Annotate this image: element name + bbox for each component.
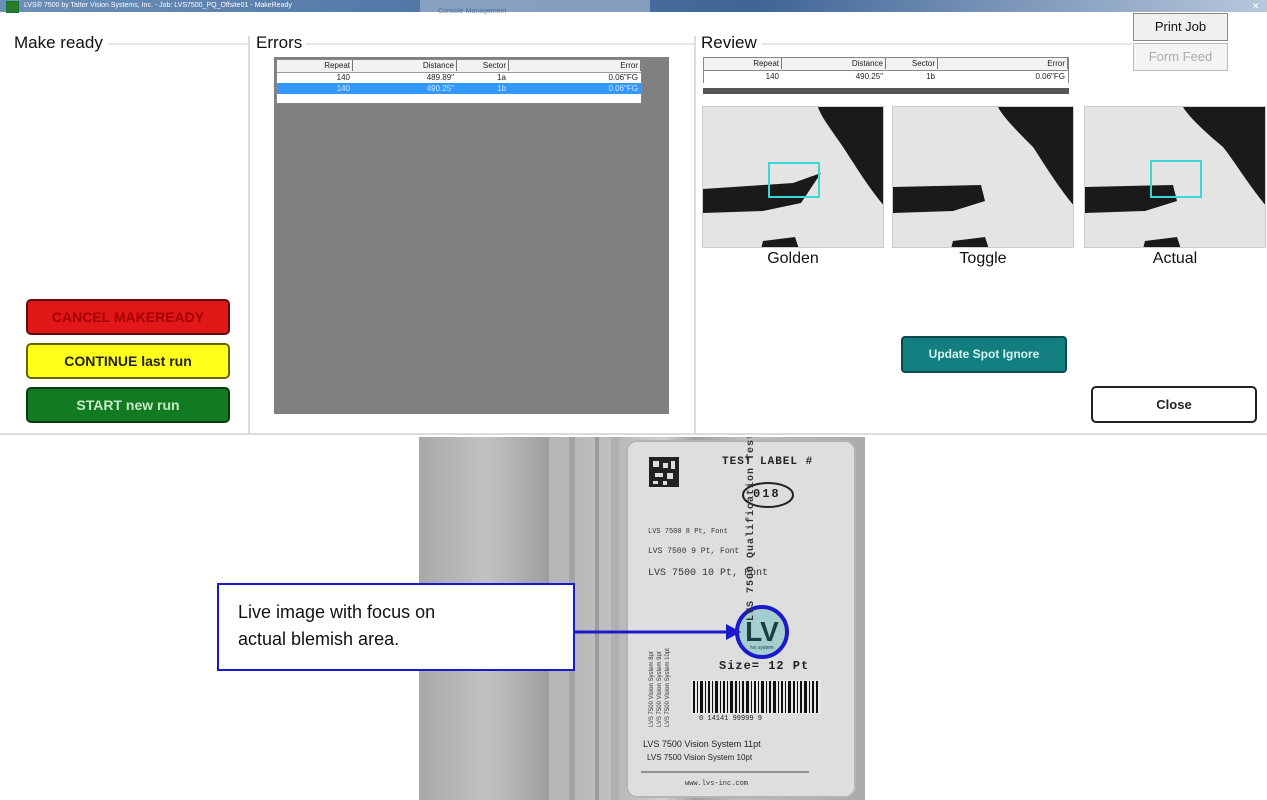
actual-thumbnail[interactable] bbox=[1084, 106, 1266, 248]
errors-table[interactable]: Repeat Distance Sector Error 140 489.89"… bbox=[276, 59, 642, 104]
column-header-repeat[interactable]: Repeat bbox=[704, 58, 782, 69]
console-window-title: Console Management bbox=[438, 8, 507, 15]
column-header-sector[interactable]: Sector bbox=[886, 58, 938, 69]
callout-line-2: actual blemish area. bbox=[238, 629, 400, 649]
column-header-sector[interactable]: Sector bbox=[457, 60, 509, 71]
print-job-button[interactable]: Print Job bbox=[1133, 13, 1228, 41]
cell-sector: 1b bbox=[497, 84, 506, 93]
toggle-thumbnail[interactable] bbox=[892, 106, 1074, 248]
actual-label: Actual bbox=[1152, 250, 1198, 267]
cancel-makeready-button[interactable]: CANCEL MAKEREADY bbox=[26, 299, 230, 335]
continue-last-run-button[interactable]: CONTINUE last run bbox=[26, 343, 230, 379]
taskbar-console-window[interactable]: Console Management bbox=[420, 0, 650, 15]
cell-distance: 490.25" bbox=[426, 84, 454, 93]
cell-repeat: 140 bbox=[765, 72, 779, 81]
cell-distance: 489.89" bbox=[426, 73, 454, 82]
update-spot-ignore-button[interactable]: Update Spot Ignore bbox=[901, 336, 1067, 373]
cell-repeat: 140 bbox=[336, 73, 350, 82]
label-side-small-2: LVS 7500 Vision System 9pt bbox=[657, 651, 663, 728]
cell-error: 0.06"FG bbox=[608, 84, 638, 93]
table-row[interactable]: 140 490.25" 1b 0.06"FG bbox=[703, 71, 1069, 83]
divider-horizontal bbox=[0, 433, 1267, 435]
errors-list-area[interactable] bbox=[274, 57, 669, 414]
make-ready-title: Make ready bbox=[14, 33, 103, 52]
cell-repeat: 140 bbox=[336, 84, 350, 93]
cell-sector: 1a bbox=[497, 73, 506, 82]
cell-error: 0.06"FG bbox=[608, 73, 638, 82]
cell-error: 0.06"FG bbox=[1035, 72, 1065, 81]
label-side-small-1: LVS 7500 Vision System 8pt bbox=[649, 651, 655, 728]
close-button[interactable]: Close bbox=[1091, 386, 1257, 423]
callout-arrow-icon bbox=[573, 624, 741, 640]
toggle-label: Toggle bbox=[959, 250, 1007, 267]
table-row-selected[interactable]: 140 490.25" 1b 0.06"FG bbox=[277, 83, 641, 94]
golden-thumbnail[interactable] bbox=[702, 106, 884, 248]
review-table-header: Repeat Distance Sector Error bbox=[703, 57, 1069, 71]
barcode-digits: 0 14141 99999 9 bbox=[699, 715, 763, 723]
callout-box: Live image with focus on actual blemish … bbox=[217, 583, 575, 671]
review-table[interactable]: Repeat Distance Sector Error 140 490.25"… bbox=[703, 57, 1069, 97]
callout-text: Live image with focus on actual blemish … bbox=[238, 599, 558, 653]
column-header-distance[interactable]: Distance bbox=[353, 60, 457, 71]
table-row[interactable]: 140 489.89" 1a 0.06"FG bbox=[277, 72, 641, 83]
datamatrix-icon bbox=[649, 457, 679, 487]
cell-distance: 490.25" bbox=[855, 72, 883, 81]
review-title: Review bbox=[701, 33, 757, 52]
divider-right bbox=[694, 36, 696, 434]
label-bottom-11pt: LVS 7500 Vision System 11pt bbox=[643, 739, 761, 749]
label-url: www.lvs-inc.com bbox=[685, 780, 749, 788]
barcode-icon bbox=[691, 680, 821, 714]
divider-left bbox=[248, 36, 250, 434]
column-header-distance[interactable]: Distance bbox=[782, 58, 886, 69]
column-header-repeat[interactable]: Repeat bbox=[277, 60, 353, 71]
cell-sector: 1b bbox=[926, 72, 935, 81]
close-window-icon[interactable]: ✕ bbox=[1252, 0, 1260, 12]
callout-line-1: Live image with focus on bbox=[238, 602, 436, 622]
title-bar: LVS® 7500 by Tatter Vision Systems, Inc.… bbox=[0, 0, 1267, 15]
form-feed-button[interactable]: Form Feed bbox=[1133, 43, 1228, 71]
lv-logo-icon: LV lvs system bbox=[735, 605, 789, 659]
label-bottom-10pt: LVS 7500 Vision System 10pt bbox=[647, 753, 753, 762]
errors-title: Errors bbox=[256, 33, 303, 52]
divider-top-mid bbox=[306, 43, 694, 45]
column-header-error[interactable]: Error bbox=[509, 60, 641, 71]
divider-top-left bbox=[108, 43, 248, 45]
review-scrollbar[interactable] bbox=[703, 88, 1069, 94]
divider-top-right bbox=[762, 43, 1132, 45]
label-header: TEST LABEL # bbox=[722, 456, 814, 468]
label-font-8pt: LVS 7500 8 Pt, Font bbox=[648, 528, 728, 536]
label-number: 018 bbox=[753, 487, 781, 501]
label-side-small-3: LVS 7500 Vision System 10pt bbox=[665, 648, 671, 727]
label-vertical-text: LVS 7500 Qualification Test bbox=[746, 437, 757, 621]
window-title: LVS® 7500 by Tatter Vision Systems, Inc.… bbox=[24, 2, 292, 9]
label-size: Size= 12 Pt bbox=[719, 659, 810, 673]
start-new-run-button[interactable]: START new run bbox=[26, 387, 230, 423]
column-header-error[interactable]: Error bbox=[938, 58, 1068, 69]
app-icon bbox=[6, 1, 19, 13]
label-font-9pt: LVS 7500 9 Pt, Font bbox=[648, 547, 740, 556]
golden-label: Golden bbox=[767, 250, 819, 267]
logo-subtext: lvs system bbox=[750, 645, 773, 651]
